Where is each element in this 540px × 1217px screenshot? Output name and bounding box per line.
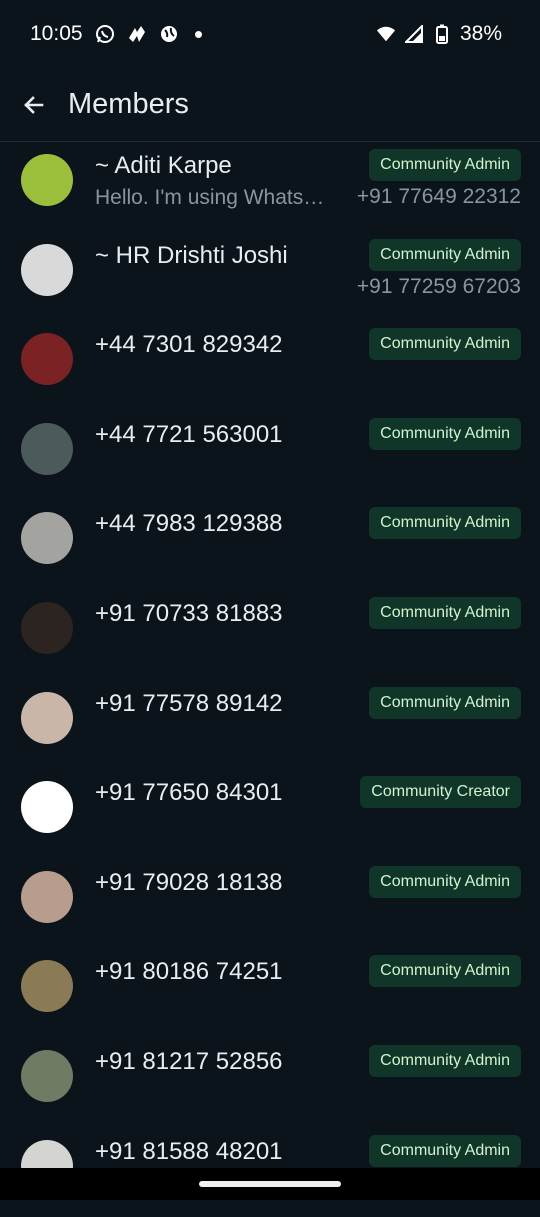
avatar[interactable] — [21, 1049, 73, 1102]
avatar[interactable] — [21, 422, 73, 475]
role-badge: Community Admin — [369, 686, 521, 719]
member-row[interactable]: +91 80186 74251 Community Admin — [0, 948, 540, 1038]
signal-icon — [404, 24, 424, 44]
battery-icon — [432, 24, 452, 44]
navigation-bar — [0, 1168, 540, 1200]
page-title: Members — [68, 88, 189, 120]
role-badge: Community Admin — [369, 596, 521, 629]
back-button[interactable] — [14, 85, 54, 125]
member-about: Hello. I'm using WhatsApp. — [95, 186, 335, 209]
member-row[interactable]: +44 7721 563001 Community Admin — [0, 411, 540, 501]
arrow-left-icon — [24, 95, 44, 114]
member-name: +91 81588 48201 — [95, 1137, 283, 1165]
status-bar: 10:05 38% — [0, 0, 540, 68]
avatar[interactable] — [21, 243, 73, 296]
clock: 10:05 — [30, 22, 83, 45]
role-badge: Community Admin — [369, 1134, 521, 1167]
role-badge: Community Admin — [369, 507, 521, 540]
dot-icon — [194, 30, 202, 38]
role-badge: Community Admin — [369, 238, 521, 271]
member-row[interactable]: +44 7983 129388 Community Admin — [0, 500, 540, 590]
avatar[interactable] — [21, 601, 73, 654]
avatar[interactable] — [21, 512, 73, 565]
avatar[interactable] — [21, 154, 73, 206]
member-name: +91 77650 84301 — [95, 779, 283, 807]
avatar[interactable] — [21, 333, 73, 386]
member-name: +44 7301 829342 — [95, 331, 283, 359]
member-row[interactable]: +91 77578 89142 Community Admin — [0, 680, 540, 770]
member-phone: +91 77649 22312 — [356, 185, 521, 208]
member-name: +44 7983 129388 — [95, 510, 283, 538]
avatar[interactable] — [21, 870, 73, 923]
status-bar-left: 10:05 — [30, 22, 202, 46]
member-name: +91 80186 74251 — [95, 958, 283, 986]
member-name: ~ HR Drishti Joshi — [95, 241, 288, 269]
wifi-icon — [376, 24, 396, 44]
role-badge: Community Admin — [369, 149, 521, 181]
member-row[interactable]: ~ Aditi Karpe Hello. I'm using WhatsApp. C… — [0, 142, 540, 232]
battery-percent: 38% — [459, 22, 502, 45]
role-badge: Community Admin — [369, 865, 521, 898]
member-name: +91 81217 52856 — [95, 1047, 283, 1075]
role-badge: Community Creator — [360, 776, 521, 809]
member-name: +91 70733 81883 — [95, 599, 283, 627]
member-name: +91 77578 89142 — [95, 689, 283, 717]
avatar[interactable] — [21, 781, 73, 834]
home-gesture-handle[interactable] — [199, 1181, 341, 1187]
globe-icon — [159, 24, 179, 44]
status-bar-right: 38% — [376, 22, 502, 46]
member-row[interactable]: ~ HR Drishti Joshi Community Admin +91 772… — [0, 232, 540, 322]
member-row[interactable]: +91 81217 52856 Community Admin — [0, 1038, 540, 1128]
whatsapp-icon — [95, 24, 115, 44]
role-badge: Community Admin — [369, 955, 521, 988]
member-row[interactable]: +91 77650 84301 Community Creator — [0, 769, 540, 859]
member-row[interactable]: +91 79028 18138 Community Admin — [0, 859, 540, 949]
member-name: +91 79028 18138 — [95, 868, 283, 896]
app-icon — [127, 24, 147, 44]
member-row[interactable]: +91 70733 81883 Community Admin — [0, 590, 540, 680]
member-name: +44 7721 563001 — [95, 420, 283, 448]
role-badge: Community Admin — [369, 328, 521, 361]
member-phone: +91 77259 67203 — [356, 274, 521, 298]
role-badge: Community Admin — [369, 1044, 521, 1077]
avatar[interactable] — [21, 691, 73, 744]
role-badge: Community Admin — [369, 417, 521, 450]
app-header: Members — [0, 68, 540, 142]
member-row[interactable]: +44 7301 829342 Community Admin — [0, 321, 540, 411]
avatar[interactable] — [21, 960, 73, 1013]
member-name: ~ Aditi Karpe — [95, 152, 232, 179]
members-list: ~ Aditi Karpe Hello. I'm using WhatsApp. C… — [0, 142, 540, 1217]
